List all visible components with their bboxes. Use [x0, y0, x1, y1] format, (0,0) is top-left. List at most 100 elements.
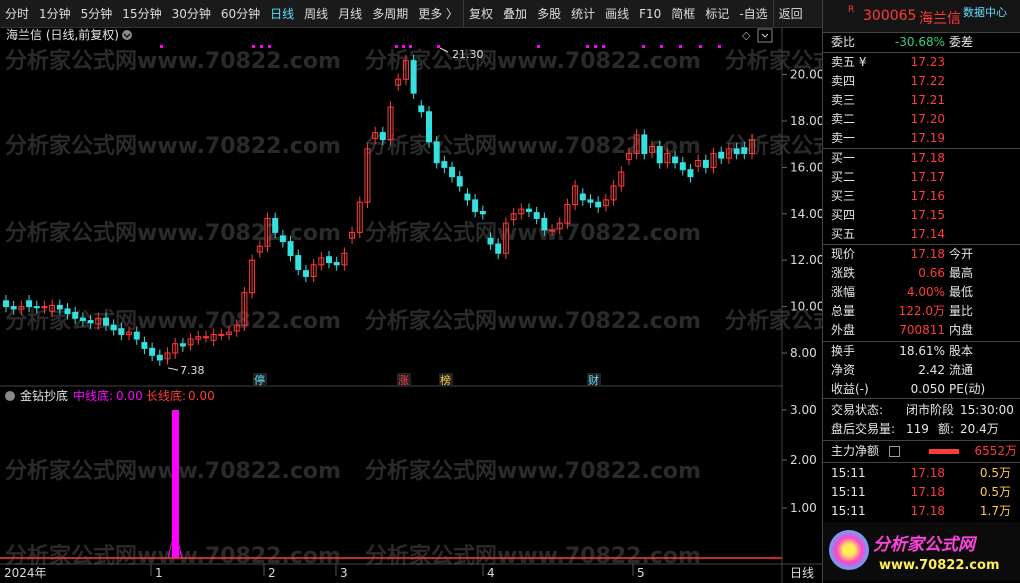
after-hours-row: 盘后交易量: 119 额: 20.4万 [823, 420, 1020, 439]
flag-badge: R [848, 5, 855, 15]
quote-row: 卖二 17.20 [823, 110, 1020, 129]
trade-status: 闭市阶段 [906, 403, 955, 417]
candle-body [418, 105, 425, 113]
main-flow-label: 主力净额 [831, 444, 880, 458]
event-tags: 停涨榜财 [253, 373, 601, 387]
candle-body [149, 347, 156, 356]
toolbar-item-20[interactable]: 返回 [772, 0, 808, 28]
event-tag: 财 [588, 373, 599, 387]
quote-row: 涨跌 0.66 最高 [823, 264, 1020, 283]
toolbar-item-5[interactable]: 60分钟 [216, 0, 265, 28]
watermark-text: 分析家公式网www.70822.com [5, 48, 341, 74]
row-label: 总量 [831, 304, 856, 318]
time-tick: 5 [637, 566, 645, 580]
signal-dot [699, 45, 702, 48]
signal-dot [594, 45, 597, 48]
toolbar-item-6[interactable]: 日线 [265, 0, 299, 28]
candle-body [326, 256, 333, 264]
candle-body [595, 201, 602, 208]
candle-body [33, 306, 40, 309]
row-label: 卖四 [831, 74, 856, 88]
after-hours-amt-label: 额: [938, 422, 955, 436]
row-value: 17.22 [910, 74, 945, 88]
chart-options-icon[interactable]: ◇ [742, 28, 773, 43]
trade-time: 15:30:00 [960, 403, 1014, 417]
toolbar-item-12[interactable]: 叠加 [498, 0, 532, 28]
event-tag: 榜 [440, 373, 451, 387]
watermark-layer: 分析家公式网www.70822.com 分析家公式网www.70822.com 分析… [5, 48, 822, 569]
row-label-right: 最高 [949, 266, 974, 280]
toolbar-item-9[interactable]: 多周期 [367, 0, 413, 28]
toolbar-item-4[interactable]: 30分钟 [167, 0, 216, 28]
stock-code: 300065 [863, 8, 917, 24]
row-value: 17.18 [910, 247, 945, 261]
signal-dot [260, 45, 263, 48]
chart-area[interactable]: 分析家公式网www.70822.com 分析家公式网www.70822.com 分析… [0, 28, 822, 583]
toolbar-item-0[interactable]: 分时 [0, 0, 34, 28]
long-label: 长线底: [146, 388, 186, 403]
event-tag: 涨 [398, 374, 409, 387]
row-value: 17.17 [910, 170, 945, 184]
list-icon[interactable] [889, 446, 900, 457]
toolbar-item-7[interactable]: 周线 [299, 0, 333, 28]
price-tick: 8.00 [790, 346, 817, 360]
toolbar-item-13[interactable]: 多股 [532, 0, 566, 28]
candle-body [79, 317, 86, 322]
watermark-text: 分析家公式网www.70822.com [365, 133, 701, 159]
candle-body [3, 300, 9, 308]
signal-dot [679, 45, 682, 48]
tick-volume: 1.7万 [979, 504, 1011, 518]
price-tick: 10.00 [790, 300, 822, 314]
high-annotation: 21.30 [452, 48, 484, 61]
indicator-collapse-icon[interactable] [5, 391, 15, 401]
candle-body [441, 161, 448, 168]
candle-body [179, 343, 186, 347]
row-value: 17.20 [910, 112, 945, 126]
collapse-icon[interactable] [122, 30, 132, 40]
toolbar-item-8[interactable]: 月线 [333, 0, 367, 28]
toolbar-item-17[interactable]: 简框 [666, 0, 700, 28]
time-tick: 3 [340, 566, 348, 580]
candle-body [702, 159, 709, 168]
after-hours-amount: 20.4万 [960, 422, 999, 436]
toolbar-item-1[interactable]: 1分钟 [34, 0, 76, 28]
row-label-right: PE(动) [949, 382, 986, 396]
watermark-text: 分析家公式网www.70822.com [365, 220, 701, 246]
row-label: 涨跌 [831, 266, 856, 280]
toolbar-item-19[interactable]: -自选 [734, 0, 772, 28]
price-tick: 12.00 [790, 253, 822, 267]
signal-dot [395, 45, 398, 48]
candle-body [456, 176, 463, 187]
quote-row: 卖三 17.21 [823, 91, 1020, 110]
row-value: 17.19 [910, 131, 945, 145]
toolbar-item-3[interactable]: 15分钟 [117, 0, 166, 28]
candle-body [656, 146, 663, 164]
quote-row: 收益(-) 0.050 PE(动) [823, 380, 1020, 399]
indicator-name: 金钻抄底 [20, 388, 68, 403]
toolbar-item-14[interactable]: 统计 [566, 0, 600, 28]
after-hours-volume: 119 [906, 422, 929, 436]
time-tick: 2024年 [4, 566, 47, 580]
toolbar-item-18[interactable]: 标记 [700, 0, 734, 28]
kline-chart[interactable]: 分析家公式网www.70822.com 分析家公式网www.70822.com 分析… [0, 28, 822, 583]
candle-body [733, 148, 740, 154]
row-label: 卖二 [831, 112, 856, 126]
candle-body [302, 270, 309, 277]
candle-body [587, 199, 594, 203]
candle-body [525, 208, 532, 212]
quote-row: 买二 17.17 [823, 168, 1020, 187]
signal-dots [160, 45, 721, 48]
toolbar-item-15[interactable]: 画线 [600, 0, 634, 28]
logo-url: www.70822.com [879, 558, 1000, 573]
toolbar-item-16[interactable]: F10 [634, 0, 666, 28]
toolbar-item-2[interactable]: 5分钟 [76, 0, 118, 28]
price-tick: 16.00 [790, 160, 822, 174]
candle-body [287, 241, 294, 257]
quote-row: 委比 -30.68% 委差 [823, 33, 1020, 52]
row-label-right: 今开 [949, 247, 974, 261]
price-tick: 14.00 [790, 207, 822, 221]
toolbar-item-11[interactable]: 复权 [463, 0, 498, 28]
logo-text: 分析家公式网 [873, 535, 975, 555]
candle-body [10, 306, 17, 310]
toolbar-item-10[interactable]: 更多 〉 [413, 0, 463, 28]
